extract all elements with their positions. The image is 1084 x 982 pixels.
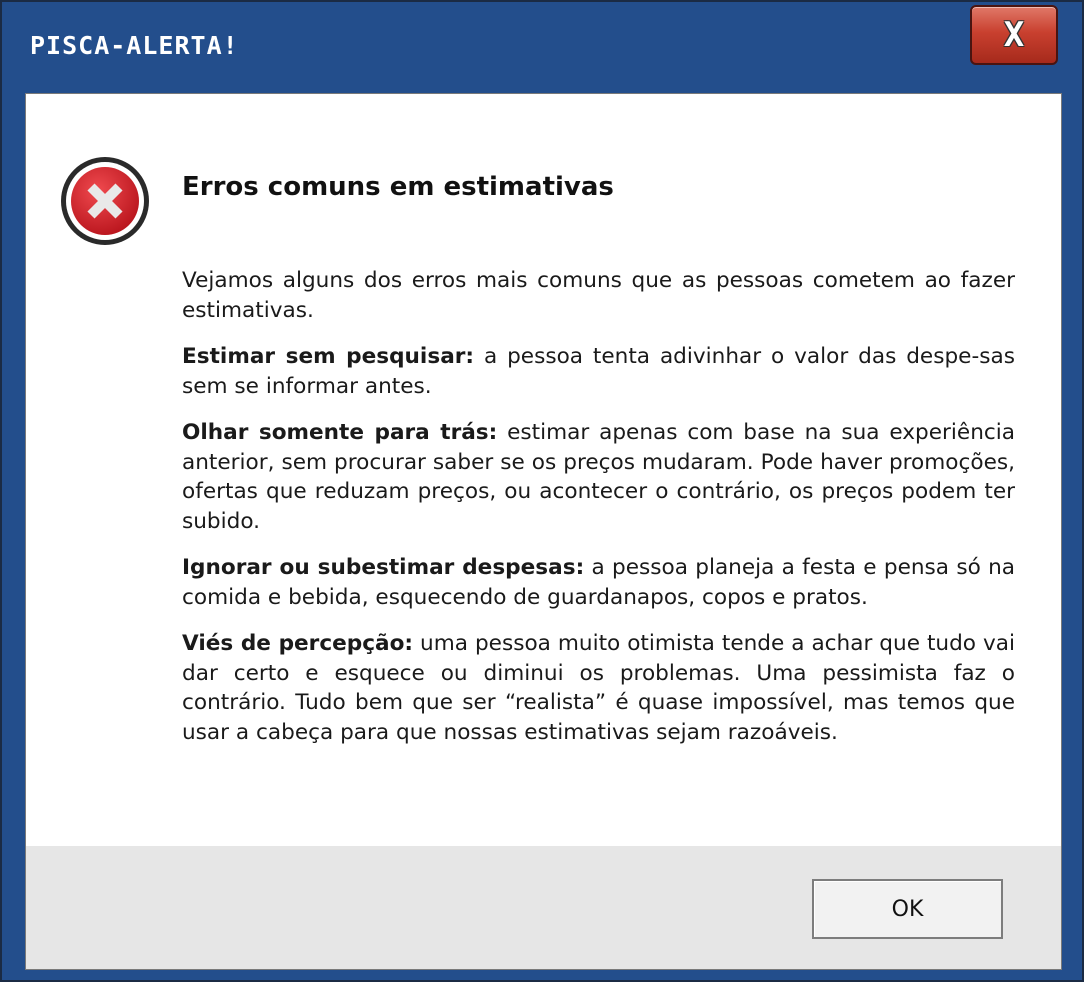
dialog-client-area: Erros comuns em estimativas Vejamos algu… bbox=[25, 93, 1062, 970]
dialog-heading: Erros comuns em estimativas bbox=[182, 172, 614, 202]
dialog-window: PISCA-ALERTA! X Erros comuns em estimati… bbox=[0, 0, 1084, 982]
list-item: Olhar somente para trás: estimar apenas … bbox=[182, 418, 1015, 536]
error-x-circle-icon bbox=[61, 157, 149, 245]
item-term: Olhar somente para trás: bbox=[182, 420, 498, 445]
message-panel: Erros comuns em estimativas Vejamos algu… bbox=[26, 94, 1061, 846]
close-icon: X bbox=[1003, 15, 1025, 55]
list-item: Estimar sem pesquisar: a pessoa tenta ad… bbox=[182, 342, 1015, 401]
list-item: Viés de percepção: uma pessoa muito otim… bbox=[182, 629, 1015, 747]
intro-paragraph: Vejamos alguns dos erros mais comuns que… bbox=[182, 268, 1015, 323]
ok-button[interactable]: OK bbox=[812, 879, 1003, 939]
item-term: Estimar sem pesquisar: bbox=[182, 344, 475, 369]
item-term: Viés de percepção: bbox=[182, 631, 414, 656]
list-item: Ignorar ou subestimar despesas: a pessoa… bbox=[182, 553, 1015, 612]
item-term: Ignorar ou subestimar despesas: bbox=[182, 555, 585, 580]
close-button[interactable]: X bbox=[970, 5, 1058, 65]
window-title: PISCA-ALERTA! bbox=[30, 31, 239, 60]
dialog-message: Vejamos alguns dos erros mais comuns que… bbox=[182, 266, 1015, 764]
title-bar[interactable]: PISCA-ALERTA! X bbox=[2, 2, 1082, 94]
